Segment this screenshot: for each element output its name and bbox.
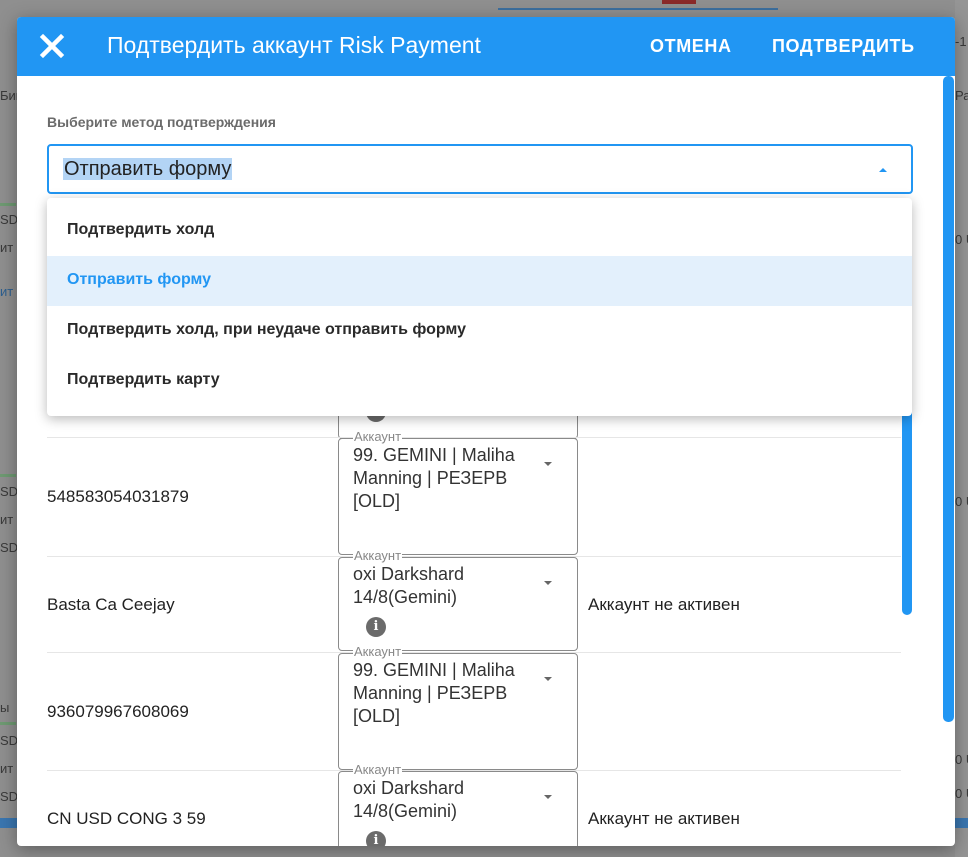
account-legend: Аккаунт [353, 548, 403, 563]
row-identifier: 936079967608069 [47, 702, 189, 721]
background-link: ит [0, 284, 14, 299]
method-option[interactable]: Подтвердить холд [47, 206, 912, 256]
status-text: Аккаунт не активен [588, 595, 740, 614]
method-option[interactable]: Подтвердить карту [47, 356, 912, 406]
caret-down-icon [544, 795, 552, 799]
account-legend: Аккаунт [353, 762, 403, 777]
caret-down-icon [544, 462, 552, 466]
background-text: 0 U [955, 494, 968, 509]
table-row: 548583054031879 Аккаунт 99. GEMINI | Mal… [47, 430, 901, 557]
row-identifier: 548583054031879 [47, 487, 189, 506]
background-text: Ра [955, 88, 968, 103]
dialog-header: Подтвердить аккаунт Risk Payment ОТМЕНА … [17, 17, 955, 76]
background-text: -1 [955, 34, 967, 49]
background-text: SD [0, 212, 19, 227]
background-bar [0, 722, 16, 725]
background-bar [0, 203, 16, 206]
method-select-value: Отправить форму [63, 158, 233, 180]
background-text: SD [0, 484, 19, 499]
info-icon[interactable]: i [366, 831, 386, 846]
account-select[interactable]: Аккаунт 99. GEMINI | Maliha Manning | РЕ… [338, 430, 578, 555]
confirm-account-dialog: Подтвердить аккаунт Risk Payment ОТМЕНА … [17, 17, 955, 846]
background-text: SD [0, 789, 19, 804]
close-icon [39, 33, 65, 59]
background-red-mark [662, 0, 696, 4]
confirm-button[interactable]: ПОДТВЕРДИТЬ [772, 36, 915, 57]
method-option-label: Подтвердить карту [67, 371, 220, 388]
account-value: 99. GEMINI | Maliha Manning | РЕЗЕРВ [OL… [353, 660, 515, 726]
background-text: 0 U [955, 752, 968, 767]
table-row: Basta Ca Ceejay Аккаунт oxi Darkshard 14… [47, 549, 901, 653]
method-dropdown-menu: Подтвердить холд Отправить форму Подтвер… [47, 198, 912, 416]
row-identifier: Basta Ca Ceejay [47, 595, 175, 614]
background-text: 0 U [955, 786, 968, 801]
caret-down-icon [544, 677, 552, 681]
account-value: oxi Darkshard 14/8(Gemini) [353, 564, 465, 607]
account-value: oxi Darkshard 14/8(Gemini) [353, 778, 465, 821]
background-text: ы [0, 700, 10, 715]
background-text: 0 U [955, 232, 968, 247]
account-select[interactable]: Аккаунт 99. GEMINI | Maliha Manning | РЕ… [338, 645, 578, 770]
method-option-label: Подтвердить холд [67, 221, 215, 238]
method-label: Выберите метод подтверждения [47, 114, 276, 130]
dialog-scrollbar[interactable] [943, 76, 954, 722]
caret-down-icon [544, 581, 552, 585]
row-identifier: CN USD CONG 3 59 [47, 809, 206, 828]
method-option[interactable]: Подтвердить холд, при неудаче отправить … [47, 306, 912, 356]
background-tab-indicator [498, 8, 778, 10]
close-button[interactable] [39, 33, 65, 59]
caret-up-icon [879, 168, 887, 172]
account-select[interactable]: Аккаунт oxi Darkshard 14/8(Gemini) i [338, 763, 578, 846]
status-text: Аккаунт не активен [588, 809, 740, 828]
table-row: 936079967608069 Аккаунт 99. GEMINI | Mal… [47, 645, 901, 771]
method-option-label: Подтвердить холд, при неудаче отправить … [67, 321, 466, 338]
background-bar [0, 474, 16, 477]
background-text: SD [0, 540, 19, 555]
table-row: CN USD CONG 3 59 Аккаунт oxi Darkshard 1… [47, 763, 901, 846]
method-option-label: Отправить форму [67, 271, 212, 288]
dialog-title: Подтвердить аккаунт Risk Payment [107, 32, 481, 58]
account-value: 99. GEMINI | Maliha Manning | РЕЗЕРВ [OL… [353, 445, 515, 511]
info-icon[interactable]: i [366, 617, 386, 637]
cancel-button[interactable]: ОТМЕНА [650, 36, 732, 57]
account-select[interactable]: Аккаунт oxi Darkshard 14/8(Gemini) i [338, 549, 578, 651]
background-text: SD [0, 733, 19, 748]
method-select[interactable]: Отправить форму [47, 144, 913, 194]
background-right-column [955, 0, 968, 857]
method-option-selected[interactable]: Отправить форму [47, 256, 912, 306]
account-legend: Аккаунт [353, 429, 403, 444]
account-legend: Аккаунт [353, 644, 403, 659]
